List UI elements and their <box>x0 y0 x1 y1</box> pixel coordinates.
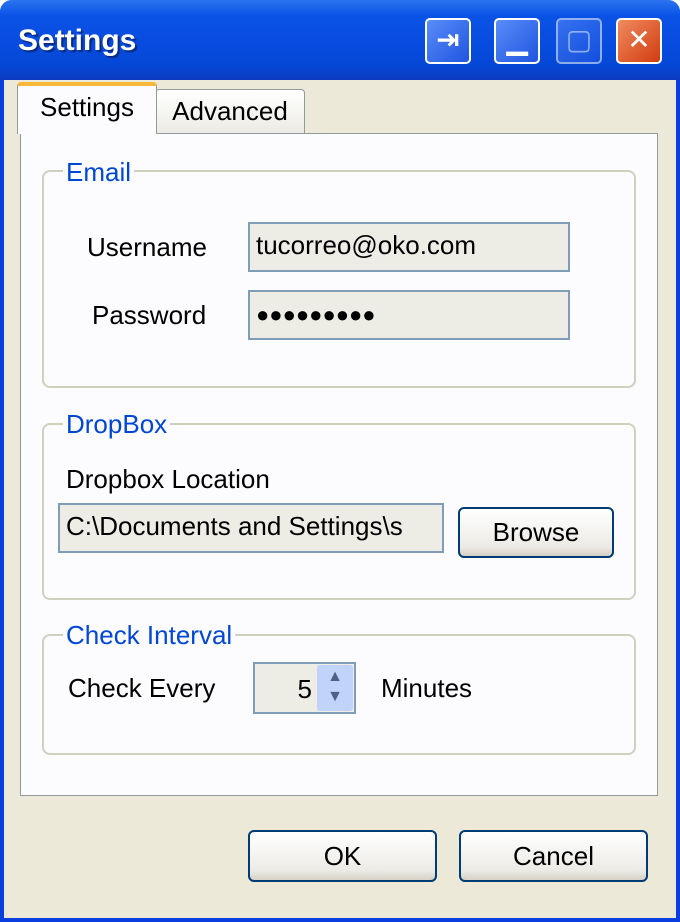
close-icon[interactable]: ✕ <box>616 18 662 64</box>
interval-legend: Check Interval <box>63 620 236 651</box>
browse-button[interactable]: Browse <box>458 507 614 558</box>
ok-button[interactable]: OK <box>248 830 437 882</box>
cancel-button[interactable]: Cancel <box>459 830 648 882</box>
title-bar[interactable]: Settings ⇥ ▁ ▢ ✕ <box>0 0 680 80</box>
minimize-icon[interactable]: ▁ <box>494 18 540 64</box>
dropbox-location-label: Dropbox Location <box>66 464 270 494</box>
tab-advanced[interactable]: Advanced <box>155 89 305 133</box>
password-label: Password <box>92 300 207 330</box>
tab-settings[interactable]: Settings <box>17 82 157 134</box>
interval-value: 5 <box>297 674 312 704</box>
settings-dialog: Settings ⇥ ▁ ▢ ✕ Settings Advanced Email… <box>0 0 680 922</box>
maximize-icon[interactable]: ▢ <box>556 18 602 64</box>
spinner-arrows[interactable]: ▲ ▼ <box>317 665 353 711</box>
spin-up-icon[interactable]: ▲ <box>327 668 343 685</box>
password-input[interactable]: ●●●●●●●●● <box>248 290 570 340</box>
username-input[interactable]: tucorreo@oko.com <box>248 222 570 272</box>
minutes-label: Minutes <box>381 673 473 703</box>
email-legend: Email <box>63 157 135 188</box>
window-title: Settings <box>18 24 137 57</box>
username-label: Username <box>87 232 207 262</box>
dropbox-location-input[interactable]: C:\Documents and Settings\s <box>58 503 444 553</box>
dropbox-legend: DropBox <box>63 409 171 440</box>
email-group <box>42 170 636 388</box>
spin-down-icon[interactable]: ▼ <box>327 688 343 705</box>
help-icon[interactable]: ⇥ <box>425 18 471 64</box>
interval-spinner[interactable]: 5 ▲ ▼ <box>253 662 356 714</box>
check-every-label: Check Every <box>68 673 216 703</box>
